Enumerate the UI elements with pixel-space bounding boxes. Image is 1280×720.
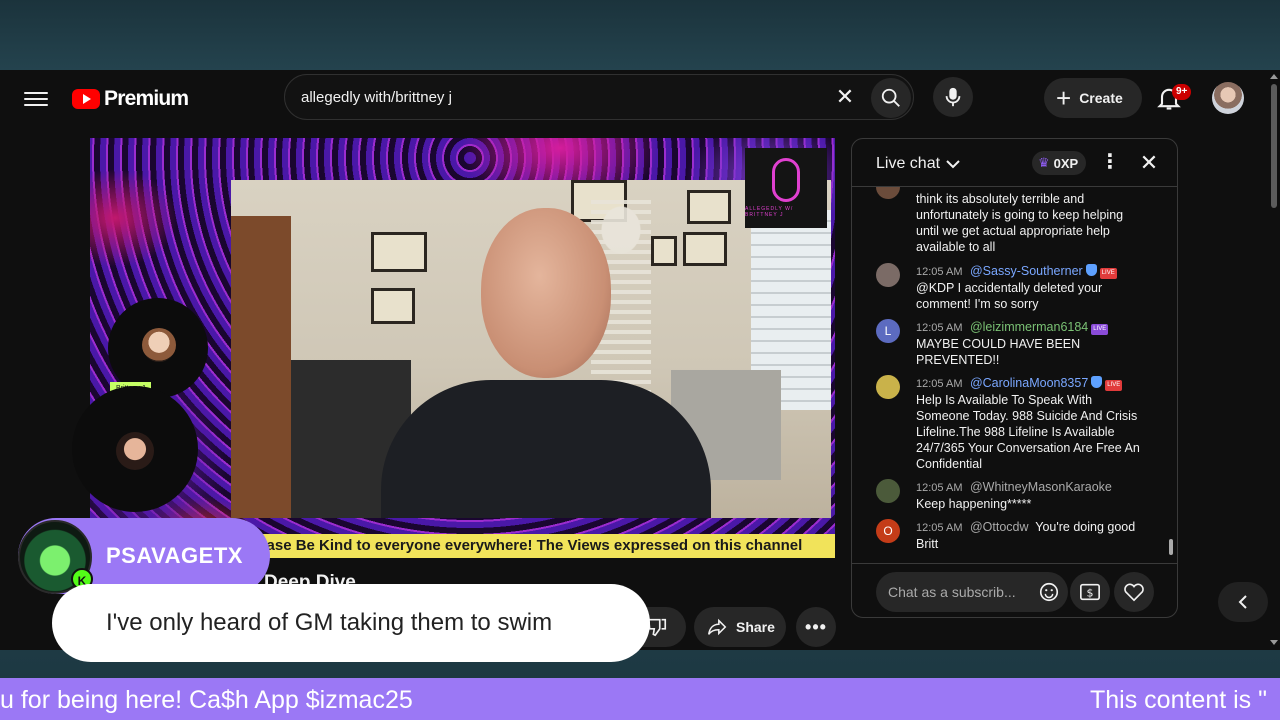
verified-icon	[1091, 376, 1103, 388]
chat-timestamp: 12:05 AM	[916, 378, 963, 390]
podcast-microphone-icon	[772, 158, 800, 202]
guest-cam-2	[72, 386, 198, 512]
chat-timestamp: 12:05 AM	[916, 522, 963, 534]
menu-icon[interactable]	[24, 88, 48, 112]
scroll-up-arrow-icon[interactable]	[1270, 74, 1278, 79]
video-ticker: lease Be Kind to everyone everywhere! Th…	[230, 534, 835, 558]
emoji-icon	[1039, 582, 1059, 602]
chat-input[interactable]	[876, 572, 1038, 612]
plus-icon: +	[1056, 83, 1072, 113]
wall-diploma	[371, 288, 415, 324]
chat-avatar[interactable]	[876, 375, 900, 399]
guest-face	[142, 328, 176, 362]
wall-diploma	[687, 190, 731, 224]
chat-avatar	[876, 187, 900, 199]
share-button[interactable]: Share	[694, 607, 786, 647]
svg-text:$: $	[1087, 587, 1094, 600]
chat-avatar[interactable]: L	[876, 319, 900, 343]
desktop-background	[0, 0, 1280, 70]
microphone-icon	[945, 87, 961, 107]
heart-icon	[1124, 583, 1144, 602]
chat-avatar[interactable]: O	[876, 519, 900, 543]
super-chat-button[interactable]: $	[1070, 572, 1110, 612]
chevron-left-icon	[1238, 595, 1247, 609]
search-input[interactable]	[301, 75, 801, 119]
office-door	[231, 216, 291, 518]
webcam-feed	[231, 180, 831, 518]
chat-message-text: Keep happening*****	[916, 497, 1032, 511]
alert-username: PSAVAGETX	[106, 543, 243, 568]
more-horizontal-icon: •••	[805, 616, 827, 637]
search-icon	[881, 88, 900, 107]
alert-message: I've only heard of GM taking them to swi…	[52, 584, 650, 662]
chat-avatar[interactable]	[876, 263, 900, 287]
member-badge-icon: LIVE	[1091, 324, 1109, 335]
verified-icon	[1085, 264, 1097, 276]
youtube-play-icon	[72, 89, 100, 109]
chevron-down-icon	[946, 160, 960, 169]
chat-message-text: MAYBE COULD HAVE BEEN PREVENTED!!	[916, 337, 1081, 367]
wall-diploma	[371, 232, 427, 272]
wall-diploma	[651, 236, 677, 266]
clear-search-icon[interactable]: ✕	[833, 85, 857, 109]
chat-header: Live chat ♛ 0XP ⋮ ✕	[852, 139, 1177, 187]
close-chat-icon[interactable]: ✕	[1137, 151, 1161, 175]
emoji-button[interactable]	[1038, 572, 1068, 612]
expand-sidebar-button[interactable]	[1218, 582, 1268, 622]
guest-face	[116, 432, 154, 470]
chat-message-list: think its absolutely terrible and unfort…	[852, 187, 1177, 565]
share-label: Share	[736, 619, 775, 635]
like-heart-button[interactable]	[1114, 572, 1154, 612]
super-chat-dollar-icon: $	[1080, 583, 1100, 601]
channel-logo-overlay: ALLEGEDLY W/ BRITTNEY J	[745, 148, 827, 228]
xp-badge[interactable]: ♛ 0XP	[1032, 151, 1087, 175]
ticker-text: lease Be Kind to everyone everywhere! Th…	[254, 537, 803, 554]
chat-message-text: @KDP I accidentally deleted your comment…	[916, 281, 1103, 311]
chat-title-label: Live chat	[876, 155, 941, 172]
banner-text-right: This content is "	[1090, 686, 1268, 714]
live-chat-panel: Live chat ♛ 0XP ⋮ ✕ think its absolutely…	[851, 138, 1178, 618]
chat-author[interactable]: @CarolinaMoon8357	[970, 376, 1088, 390]
share-arrow-icon	[707, 618, 727, 636]
youtube-logo[interactable]: Premium	[72, 87, 189, 111]
chat-options-icon[interactable]: ⋮	[1100, 151, 1120, 175]
chat-message-text: Help Is Available To Speak With Someone …	[916, 393, 1140, 471]
chat-scrollbar-thumb[interactable]	[1169, 539, 1173, 555]
xp-label: 0XP	[1053, 155, 1079, 171]
create-label: Create	[1079, 90, 1123, 106]
wall-diploma	[683, 232, 727, 266]
more-actions-button[interactable]: •••	[796, 607, 836, 647]
notification-count-badge: 9+	[1172, 84, 1192, 100]
chat-scrollbar[interactable]	[1169, 189, 1173, 559]
chat-avatar[interactable]	[876, 479, 900, 503]
chat-author[interactable]: @Sassy-Southerner	[970, 264, 1083, 278]
crown-icon: ♛	[1038, 155, 1050, 170]
channel-logo-text: ALLEGEDLY W/ BRITTNEY J	[745, 206, 794, 218]
chat-input-bar: $	[852, 563, 1177, 617]
scroll-down-arrow-icon[interactable]	[1270, 640, 1278, 645]
voice-search-button[interactable]	[933, 77, 973, 117]
search-box: ✕	[284, 74, 914, 120]
member-badge-icon: LIVE	[1105, 380, 1123, 391]
page-scrollbar[interactable]	[1268, 70, 1280, 650]
chat-mode-dropdown[interactable]: Live chat	[876, 155, 960, 173]
search-button[interactable]	[871, 78, 911, 118]
member-badge-icon: LIVE	[1099, 268, 1117, 279]
chat-author[interactable]: @leizimmerman6184	[970, 320, 1088, 334]
brand-label: Premium	[104, 87, 189, 110]
chat-author[interactable]: @Ottocdw	[970, 520, 1029, 534]
chat-timestamp: 12:05 AM	[916, 266, 963, 278]
bottom-scroll-banner: u for being here! Ca$h App $izmac25 This…	[0, 678, 1280, 720]
create-button[interactable]: + Create	[1044, 78, 1142, 118]
chat-timestamp: 12:05 AM	[916, 482, 963, 494]
speaker-body	[381, 380, 711, 518]
chat-timestamp: 12:05 AM	[916, 322, 963, 334]
banner-text-left: u for being here! Ca$h App $izmac25	[0, 686, 413, 714]
chat-message-text: think its absolutely terrible and unfort…	[916, 192, 1124, 254]
chat-author[interactable]: @WhitneyMasonKaraoke	[970, 480, 1112, 494]
account-avatar[interactable]	[1212, 82, 1244, 114]
page-scrollbar-thumb[interactable]	[1271, 84, 1277, 208]
speaker-head	[481, 208, 611, 378]
